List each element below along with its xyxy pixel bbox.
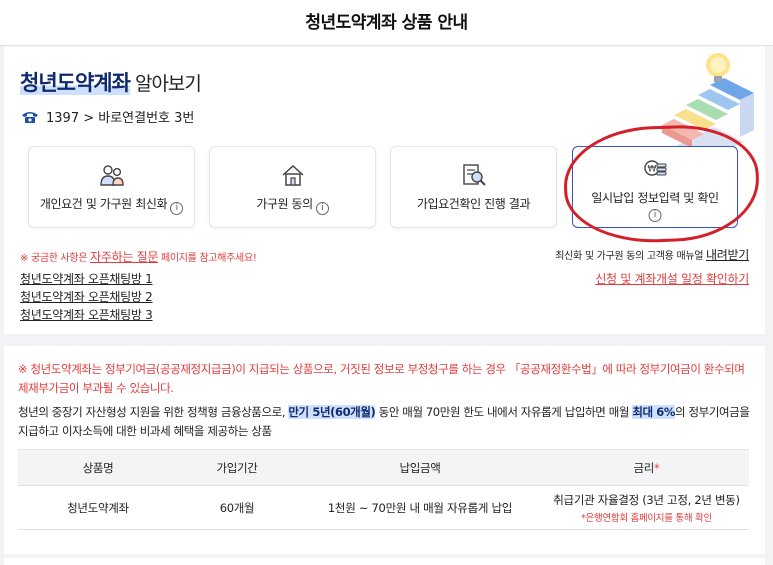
rate-note: *은행연합회 홈페이지를 통해 확인 bbox=[581, 512, 712, 524]
intro-panel: 청년도약계좌 알아보기 1397 > 바로연결번호 3번 개인요건 및 가구원 … bbox=[4, 47, 765, 334]
cell-period: 60개월 bbox=[178, 485, 296, 530]
bottom-panel-edge bbox=[4, 558, 765, 565]
product-info-panel: ※ 청년도약계좌는 정부기여금(공공재정지급금)이 지급되는 상품으로, 거짓된… bbox=[4, 346, 765, 554]
page-title: 청년도약계좌 상품 안내 bbox=[305, 13, 468, 33]
faq-link[interactable]: 자주하는 질문 bbox=[90, 250, 158, 264]
info-icon[interactable]: i bbox=[170, 202, 184, 215]
intro-title: 청년도약계좌 알아보기 bbox=[20, 67, 202, 97]
phone-line: 1397 > 바로연결번호 3번 bbox=[20, 107, 194, 126]
people-icon bbox=[99, 165, 124, 186]
card-label: 가구원 동의 i bbox=[210, 195, 375, 215]
card-lump-sum-payment[interactable]: ₩ 일시납입 정보입력 및 확인 i bbox=[572, 146, 738, 228]
manual-download: 최신화 및 가구원 동의 고객용 매뉴얼 내려받기 bbox=[555, 248, 749, 262]
card-household-consent[interactable]: 가구원 동의 i bbox=[209, 146, 376, 228]
header-period: 가입기간 bbox=[178, 449, 296, 486]
svg-text:₩: ₩ bbox=[648, 165, 657, 175]
card-label: 개인요건 및 가구원 최신화 i bbox=[29, 195, 194, 215]
open-chat-link-3[interactable]: 청년도약계좌 오픈채팅방 3 bbox=[20, 306, 153, 323]
phone-icon bbox=[22, 111, 38, 123]
open-chat-link-2[interactable]: 청년도약계좌 오픈채팅방 2 bbox=[20, 288, 153, 305]
card-label: 가입요건확인 진행 결과 bbox=[416, 197, 531, 211]
intro-title-strong: 청년도약계좌 bbox=[20, 71, 131, 95]
card-personal-requirements[interactable]: 개인요건 및 가구원 최신화 i bbox=[28, 146, 195, 228]
cell-amount: 1천원 ~ 70만원 내 매월 자유롭게 납입 bbox=[296, 485, 544, 530]
header-product-name: 상품명 bbox=[18, 449, 178, 486]
open-chat-link-1[interactable]: 청년도약계좌 오픈채팅방 1 bbox=[20, 270, 153, 287]
card-eligibility-result[interactable]: 가입요건확인 진행 결과 bbox=[390, 146, 557, 228]
manual-download-link[interactable]: 내려받기 bbox=[706, 248, 749, 262]
header-amount: 납입금액 bbox=[296, 449, 544, 486]
card-label: 일시납입 정보입력 및 확인 bbox=[591, 191, 719, 205]
intro-title-rest: 알아보기 bbox=[129, 73, 202, 95]
house-icon bbox=[281, 164, 304, 186]
lightbulb-stairs-illustration bbox=[662, 53, 754, 157]
document-search-icon bbox=[462, 164, 486, 186]
table-header-row: 상품명 가입기간 납입금액 금리* bbox=[18, 449, 749, 486]
money-coins-icon: ₩ bbox=[644, 160, 667, 176]
warning-text: ※ 청년도약계좌는 정부기여금(공공재정지급금)이 지급되는 상품으로, 거짓된… bbox=[18, 362, 745, 395]
header-rate: 금리* bbox=[544, 449, 749, 486]
faq-note: ※ 궁금한 사항은 자주하는 질문 페이지를 참고해주세요! bbox=[20, 250, 257, 264]
product-table: 상품명 가입기간 납입금액 금리* 청년도약계좌 60개월 1천원 ~ 70만원… bbox=[18, 449, 749, 530]
info-icon[interactable]: i bbox=[648, 209, 662, 222]
phone-text: 1397 > 바로연결번호 3번 bbox=[46, 111, 195, 126]
cell-product-name: 청년도약계좌 bbox=[18, 485, 178, 530]
info-icon[interactable]: i bbox=[315, 202, 329, 215]
cell-rate: 취급기관 자율결정 (3년 고정, 2년 변동) *은행연합회 홈페이지를 통해… bbox=[544, 485, 749, 530]
page-header: 청년도약계좌 상품 안내 bbox=[0, 0, 773, 46]
table-row: 청년도약계좌 60개월 1천원 ~ 70만원 내 매월 자유롭게 납입 취급기관… bbox=[18, 485, 749, 530]
product-description: 청년의 중장기 자산형성 지원을 위한 정책형 금융상품으로, 만기 5년(60… bbox=[18, 405, 750, 438]
schedule-link[interactable]: 신청 및 계좌개설 일정 확인하기 bbox=[595, 270, 749, 287]
